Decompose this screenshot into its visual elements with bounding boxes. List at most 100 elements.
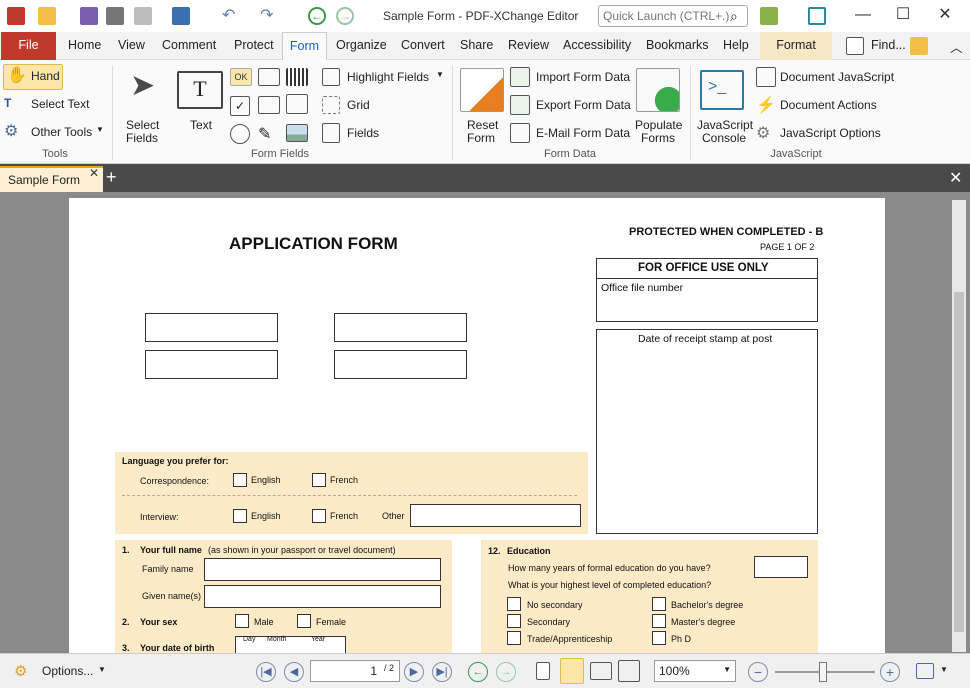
continuous-page-icon[interactable] <box>560 658 584 684</box>
undo-icon[interactable]: ↶ <box>222 7 240 25</box>
fields-button[interactable]: Fields <box>347 126 379 140</box>
other-tools-button[interactable]: Other Tools <box>31 125 92 139</box>
bachelors-checkbox[interactable] <box>652 597 666 611</box>
menu-share[interactable]: Share <box>460 38 493 52</box>
options-button[interactable]: Options... <box>42 664 93 678</box>
phd-checkbox[interactable] <box>652 631 666 645</box>
correspondence-french-checkbox[interactable] <box>312 473 326 487</box>
back-icon[interactable]: ← <box>308 7 326 25</box>
grid-button[interactable]: Grid <box>347 98 370 112</box>
other-language-field[interactable] <box>410 504 581 527</box>
menu-bookmarks[interactable]: Bookmarks <box>646 38 709 52</box>
close-tab-icon[interactable]: ✕ <box>89 166 99 180</box>
years-education-field[interactable] <box>754 556 808 578</box>
interview-french-checkbox[interactable] <box>312 509 326 523</box>
export-form-data-button[interactable]: Export Form Data <box>536 98 631 112</box>
new-tab-icon[interactable]: + <box>106 167 117 188</box>
select-text-button[interactable]: Select Text <box>31 97 89 111</box>
zoom-slider-thumb[interactable] <box>819 662 827 682</box>
family-name-field[interactable] <box>204 558 441 581</box>
folder-search-icon[interactable] <box>910 37 928 55</box>
menu-organize[interactable]: Organize <box>336 38 387 52</box>
barcode-icon[interactable] <box>286 68 308 86</box>
reset-form-line1[interactable]: Reset <box>467 118 498 132</box>
form-field[interactable] <box>145 350 278 379</box>
last-page-button[interactable]: ▶| <box>432 662 452 682</box>
secondary-checkbox[interactable] <box>507 614 521 628</box>
menu-help[interactable]: Help <box>723 38 749 52</box>
highlight-fields-button[interactable]: Highlight Fields <box>347 70 429 84</box>
radio-button-icon[interactable] <box>230 124 250 144</box>
minimize-button[interactable]: — <box>848 4 878 26</box>
collapse-ribbon-icon[interactable]: ︿ <box>950 37 963 56</box>
zoom-select[interactable]: 100% ▼ <box>654 660 736 682</box>
select-fields-line2[interactable]: Fields <box>126 131 158 145</box>
email-form-data-button[interactable]: E-Mail Form Data <box>536 126 630 140</box>
save-icon[interactable] <box>80 7 98 25</box>
menu-accessibility[interactable]: Accessibility <box>563 38 631 52</box>
forward-view-button[interactable]: → <box>496 662 516 682</box>
fullscreen-icon[interactable] <box>808 7 826 25</box>
menu-format[interactable]: Format <box>760 32 832 60</box>
print-icon[interactable] <box>106 7 124 25</box>
open-folder-icon[interactable] <box>38 7 56 25</box>
close-button[interactable]: ✕ <box>930 4 960 26</box>
fullscreen-view-icon[interactable] <box>916 663 934 679</box>
populate-forms-line2[interactable]: Forms <box>641 131 675 145</box>
interview-english-checkbox[interactable] <box>233 509 247 523</box>
menu-comment[interactable]: Comment <box>162 38 216 52</box>
scroll-thumb[interactable] <box>954 292 964 632</box>
signature-field-icon[interactable]: ✎ <box>258 124 282 144</box>
populate-forms-line1[interactable]: Populate <box>635 118 682 132</box>
menu-review[interactable]: Review <box>508 38 549 52</box>
js-console-line1[interactable]: JavaScript <box>697 118 753 132</box>
close-all-tabs-icon[interactable]: ✕ <box>949 168 962 188</box>
select-fields-line1[interactable]: Select <box>126 118 159 132</box>
date-field-icon[interactable] <box>286 94 308 114</box>
checkbox-field-icon[interactable]: ✓ <box>230 96 250 116</box>
form-field[interactable] <box>334 350 467 379</box>
previous-page-button[interactable]: ◀ <box>284 662 304 682</box>
dropdown-field-icon[interactable] <box>258 96 280 114</box>
document-tab[interactable]: Sample Form <box>0 166 103 192</box>
zoom-in-button[interactable]: + <box>880 662 900 682</box>
import-form-data-button[interactable]: Import Form Data <box>536 70 630 84</box>
search-icon[interactable]: ⌕ <box>730 8 748 26</box>
list-box-icon[interactable] <box>258 68 280 86</box>
form-field[interactable] <box>145 313 278 342</box>
form-field[interactable] <box>334 313 467 342</box>
given-names-field[interactable] <box>204 585 441 608</box>
reset-form-line2[interactable]: Form <box>467 131 495 145</box>
menu-convert[interactable]: Convert <box>401 38 445 52</box>
masters-checkbox[interactable] <box>652 614 666 628</box>
image-field-icon[interactable] <box>286 124 308 142</box>
continuous-facing-icon[interactable] <box>618 660 640 682</box>
text-field-button[interactable]: Text <box>190 118 212 132</box>
customize-icon[interactable] <box>760 7 778 25</box>
correspondence-english-checkbox[interactable] <box>233 473 247 487</box>
trade-checkbox[interactable] <box>507 631 521 645</box>
facing-pages-icon[interactable] <box>590 662 612 680</box>
male-checkbox[interactable] <box>235 614 249 628</box>
find-button[interactable]: Find... <box>871 38 906 52</box>
javascript-options-button[interactable]: JavaScript Options <box>780 126 881 140</box>
single-page-icon[interactable] <box>536 662 550 680</box>
menu-form[interactable]: Form <box>282 32 327 61</box>
menu-protect[interactable]: Protect <box>234 38 274 52</box>
forward-icon[interactable]: → <box>336 7 354 25</box>
document-javascript-button[interactable]: Document JavaScript <box>780 70 894 84</box>
scan-icon[interactable] <box>172 7 190 25</box>
menu-home[interactable]: Home <box>68 38 101 52</box>
document-actions-button[interactable]: Document Actions <box>780 98 877 112</box>
email-icon[interactable] <box>134 7 152 25</box>
vertical-scrollbar[interactable] <box>952 200 966 652</box>
maximize-button[interactable]: ☐ <box>888 4 918 26</box>
js-console-line2[interactable]: Console <box>702 131 746 145</box>
no-secondary-checkbox[interactable] <box>507 597 521 611</box>
female-checkbox[interactable] <box>297 614 311 628</box>
menu-view[interactable]: View <box>118 38 145 52</box>
quick-launch-input[interactable]: Quick Launch (CTRL+.) <box>598 5 748 27</box>
back-view-button[interactable]: ← <box>468 662 488 682</box>
menu-file[interactable]: File <box>1 32 56 60</box>
button-field-icon[interactable]: OK <box>230 68 252 86</box>
